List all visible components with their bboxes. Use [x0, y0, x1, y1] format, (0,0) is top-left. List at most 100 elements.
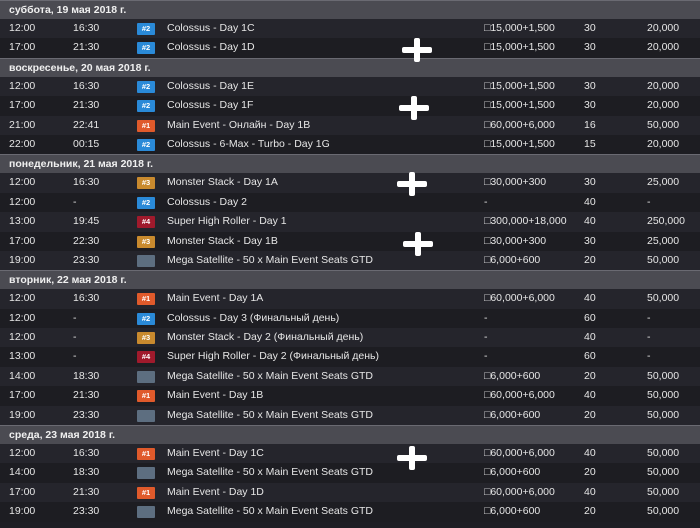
guarantee-amount: 50,000 — [647, 485, 680, 498]
level-duration: 30 — [584, 176, 596, 189]
start-time: 17:00 — [9, 389, 36, 402]
late-reg-time: 16:30 — [73, 447, 100, 460]
event-row[interactable]: 12:00 16:30 #2 Colossus - Day 1E □15,000+1,5… — [0, 76, 700, 97]
level-duration: 40 — [584, 292, 596, 305]
event-number-badge: #4 — [137, 351, 155, 364]
late-reg-time: 23:30 — [73, 505, 100, 518]
plus-icon — [397, 446, 427, 470]
start-time: 13:00 — [9, 215, 36, 228]
buyin-amount: □15,000+1,500 — [484, 99, 555, 112]
event-row[interactable]: 19:00 23:30 Mega Satellite - 50 x Main Eve… — [0, 502, 700, 522]
start-time: 19:00 — [9, 408, 36, 421]
event-row[interactable]: 14:00 18:30 Mega Satellite - 50 x Main Eve… — [0, 366, 700, 387]
tournament-name: Mega Satellite - 50 x Main Event Seats G… — [167, 369, 374, 382]
late-reg-time: - — [73, 311, 77, 324]
event-row[interactable]: 14:00 18:30 Mega Satellite - 50 x Main Eve… — [0, 463, 700, 483]
level-duration: 30 — [584, 41, 596, 54]
buyin-amount: - — [484, 350, 488, 363]
day-header: суббота, 19 мая 2018 г. — [0, 0, 700, 19]
event-number-badge: #1 — [137, 293, 155, 306]
level-duration: 30 — [584, 22, 596, 34]
start-time: 14:00 — [9, 466, 36, 479]
event-number-badge: #2 — [137, 80, 155, 93]
plus-icon — [399, 96, 429, 120]
tournament-name: Main Event - Day 1D — [167, 485, 264, 498]
event-row[interactable]: 17:00 21:30 #2 Colossus - Day 1D □15,000+1,5… — [0, 38, 700, 58]
tournament-name: Main Event - Онлайн - Day 1B — [167, 118, 311, 131]
start-time: 17:00 — [9, 41, 36, 54]
start-time: 19:00 — [9, 253, 36, 266]
day-section: суббота, 19 мая 2018 г. 12:00 16:30 #2 Colos… — [0, 0, 700, 58]
plus-icon — [403, 232, 433, 256]
start-time: 12:00 — [9, 447, 36, 460]
event-row[interactable]: 19:00 23:30 Mega Satellite - 50 x Main Eve… — [0, 405, 700, 426]
event-number-badge — [137, 506, 155, 519]
event-row[interactable]: 12:00 - #2 Colossus - Day 3 (Финальный день… — [0, 308, 700, 329]
event-list: 12:00 16:30 #2 Colossus - Day 1E □15,000+1,5… — [0, 76, 700, 155]
event-row[interactable]: 12:00 - #3 Monster Stack - Day 2 (Финальный… — [0, 328, 700, 348]
event-row[interactable]: 17:00 21:30 #1 Main Event - Day 1B □60,000+6… — [0, 386, 700, 406]
event-number-badge: #2 — [137, 138, 155, 151]
day-header: понедельник, 21 мая 2018 г. — [0, 154, 700, 174]
level-duration: 40 — [584, 389, 596, 402]
guarantee-amount: 20,000 — [647, 41, 680, 54]
tournament-name: Main Event - Day 1B — [167, 389, 264, 402]
buyin-amount: □6,000+600 — [484, 408, 541, 421]
late-reg-time: 18:30 — [73, 466, 100, 479]
guarantee-amount: - — [647, 311, 651, 324]
level-duration: 30 — [584, 79, 596, 92]
tournament-name: Colossus - Day 1E — [167, 79, 254, 92]
event-row[interactable]: 17:00 21:30 #2 Colossus - Day 1F □15,000+1,5… — [0, 96, 700, 116]
tournament-name: Colossus - Day 2 — [167, 195, 247, 208]
buyin-amount: □15,000+1,500 — [484, 137, 555, 150]
late-reg-time: 22:30 — [73, 234, 100, 247]
event-number-badge: #4 — [137, 216, 155, 229]
plus-icon — [397, 172, 427, 196]
event-row[interactable]: 12:00 16:30 #3 Monster Stack - Day 1A □30,00… — [0, 173, 700, 193]
level-duration: 40 — [584, 331, 596, 344]
late-reg-time: - — [73, 331, 77, 344]
event-row[interactable]: 17:00 21:30 #1 Main Event - Day 1D □60,000+6… — [0, 482, 700, 503]
buyin-amount: □6,000+600 — [484, 505, 541, 518]
event-row[interactable]: 19:00 23:30 Mega Satellite - 50 x Main Eve… — [0, 250, 700, 271]
event-row[interactable]: 22:00 00:15 #2 Colossus - 6-Max - Turbo - D… — [0, 134, 700, 155]
event-row[interactable]: 12:00 16:30 #1 Main Event - Day 1C □60,000+6… — [0, 444, 700, 464]
event-row[interactable]: 13:00 19:45 #4 Super High Roller - Day 1 □30… — [0, 212, 700, 232]
buyin-amount: □6,000+600 — [484, 466, 541, 479]
event-row[interactable]: 12:00 16:30 #1 Main Event - Day 1A □60,000+6… — [0, 289, 700, 309]
guarantee-amount: 50,000 — [647, 408, 680, 421]
start-time: 12:00 — [9, 331, 36, 344]
level-duration: 30 — [584, 234, 596, 247]
level-duration: 40 — [584, 215, 596, 228]
late-reg-time: 23:30 — [73, 253, 100, 266]
start-time: 17:00 — [9, 234, 36, 247]
event-number-badge: #2 — [137, 312, 155, 325]
tournament-name: Mega Satellite - 50 x Main Event Seats G… — [167, 505, 374, 518]
event-list: 12:00 16:30 #2 Colossus - Day 1C □15,000+1,5… — [0, 19, 700, 58]
start-time: 12:00 — [9, 195, 36, 208]
event-row[interactable]: 17:00 22:30 #3 Monster Stack - Day 1B □30,00… — [0, 231, 700, 251]
start-time: 14:00 — [9, 369, 36, 382]
start-time: 22:00 — [9, 137, 36, 150]
buyin-amount: □30,000+300 — [484, 176, 547, 189]
level-duration: 40 — [584, 485, 596, 498]
buyin-amount: □15,000+1,500 — [484, 41, 555, 54]
buyin-amount: □60,000+6,000 — [484, 389, 555, 402]
event-number-badge — [137, 370, 155, 383]
day-header: вторник, 22 мая 2018 г. — [0, 270, 700, 290]
event-row[interactable]: 21:00 22:41 #1 Main Event - Онлайн - Day 1B… — [0, 115, 700, 135]
buyin-amount: □6,000+600 — [484, 253, 541, 266]
event-row[interactable]: 12:00 - #2 Colossus - Day 2 - 40 - — [0, 192, 700, 213]
event-number-badge — [137, 467, 155, 480]
level-duration: 40 — [584, 447, 596, 460]
guarantee-amount: 20,000 — [647, 137, 680, 150]
day-section: понедельник, 21 мая 2018 г. 12:00 16:30 #3 M… — [0, 154, 700, 271]
start-time: 12:00 — [9, 292, 36, 305]
late-reg-time: 21:30 — [73, 41, 100, 54]
event-row[interactable]: 12:00 16:30 #2 Colossus - Day 1C □15,000+1,5… — [0, 19, 700, 39]
late-reg-time: 00:15 — [73, 137, 100, 150]
tournament-name: Monster Stack - Day 1B — [167, 234, 278, 247]
guarantee-amount: 25,000 — [647, 176, 680, 189]
buyin-amount: - — [484, 311, 488, 324]
event-row[interactable]: 13:00 - #4 Super High Roller - Day 2 (Финал… — [0, 347, 700, 367]
